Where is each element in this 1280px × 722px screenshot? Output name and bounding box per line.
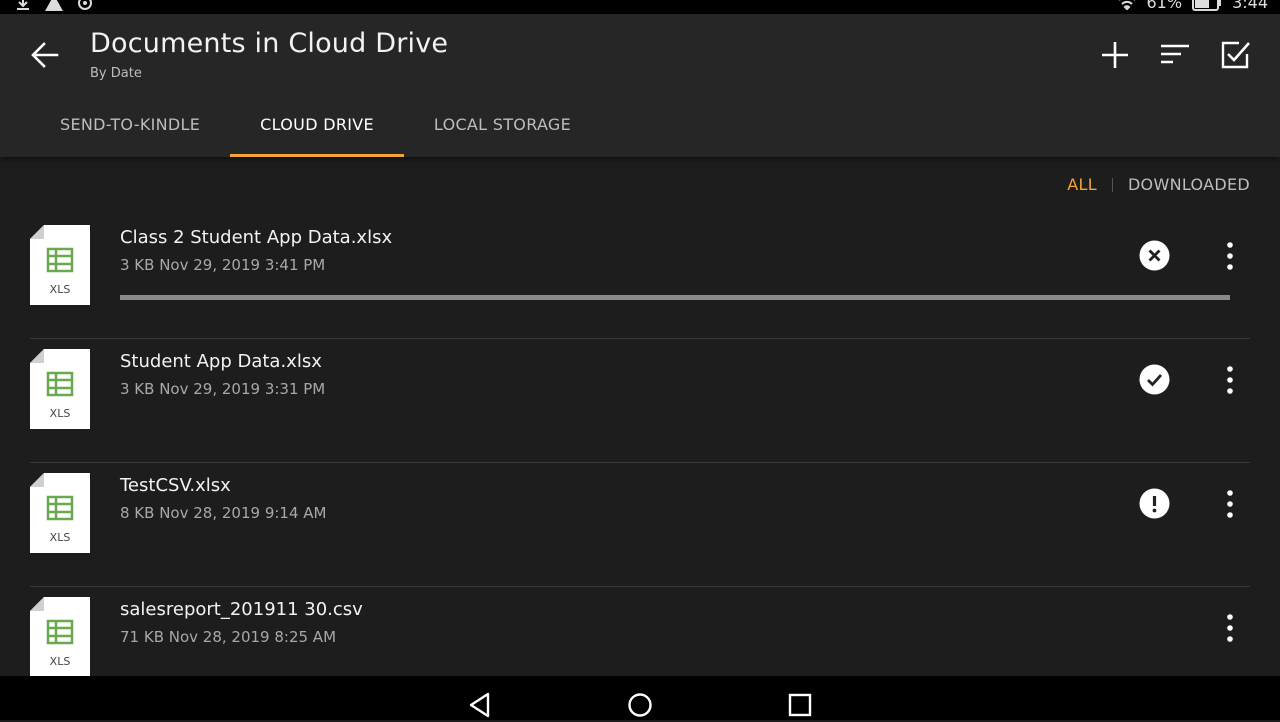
cancel-download-button[interactable] bbox=[1139, 240, 1170, 271]
check-circle-icon bbox=[1139, 364, 1170, 395]
file-name: Class 2 Student App Data.xlsx bbox=[120, 227, 393, 248]
back-button[interactable] bbox=[28, 38, 62, 72]
more-options-button[interactable] bbox=[1218, 487, 1242, 521]
file-meta: 3 KB Nov 29, 2019 3:31 PM bbox=[120, 380, 326, 398]
more-options-button[interactable] bbox=[1218, 611, 1242, 645]
file-row[interactable]: XLS TestCSV.xlsx 8 KB Nov 28, 2019 9:14 … bbox=[0, 463, 1280, 587]
plus-icon bbox=[1102, 42, 1128, 68]
file-name: TestCSV.xlsx bbox=[120, 475, 231, 496]
file-type-label: XLS bbox=[49, 655, 71, 668]
error-status-button[interactable] bbox=[1139, 488, 1170, 519]
file-meta: 71 KB Nov 28, 2019 8:25 AM bbox=[120, 628, 337, 646]
spreadsheet-file-icon: XLS bbox=[30, 473, 90, 553]
spreadsheet-file-icon: XLS bbox=[30, 225, 90, 305]
checkbox-icon bbox=[1221, 41, 1250, 69]
file-name: Student App Data.xlsx bbox=[120, 351, 322, 372]
nav-recents-button[interactable] bbox=[787, 692, 813, 718]
close-circle-icon bbox=[1139, 240, 1170, 271]
clock: 3:44 bbox=[1232, 0, 1268, 12]
arrow-left-icon bbox=[31, 42, 59, 68]
filter-divider bbox=[1111, 177, 1113, 192]
app-bar: Documents in Cloud Drive By Date SEND-TO… bbox=[0, 14, 1280, 157]
file-list: XLS Class 2 Student App Data.xlsx 3 KB N… bbox=[0, 215, 1280, 711]
nav-home-button[interactable] bbox=[627, 692, 653, 718]
more-vertical-icon bbox=[1227, 242, 1233, 270]
tab-cloud-drive[interactable]: CLOUD DRIVE bbox=[230, 102, 404, 157]
file-type-label: XLS bbox=[49, 283, 71, 296]
status-bar: 61% 3:44 bbox=[0, 0, 1280, 14]
file-meta: 3 KB Nov 29, 2019 3:41 PM bbox=[120, 256, 326, 274]
circle-home-icon bbox=[628, 693, 652, 717]
triangle-back-icon bbox=[469, 692, 490, 718]
filter-all[interactable]: ALL bbox=[1067, 175, 1097, 194]
tab-send-to-kindle[interactable]: SEND-TO-KINDLE bbox=[30, 102, 230, 157]
file-meta: 8 KB Nov 28, 2019 9:14 AM bbox=[120, 504, 327, 522]
tab-bar: SEND-TO-KINDLE CLOUD DRIVE LOCAL STORAGE bbox=[30, 102, 601, 157]
battery-percent: 61% bbox=[1146, 0, 1183, 12]
more-vertical-icon bbox=[1227, 490, 1233, 518]
alert-circle-icon bbox=[1139, 488, 1170, 519]
battery-icon bbox=[1192, 0, 1222, 11]
page-title: Documents in Cloud Drive bbox=[90, 28, 449, 59]
more-options-button[interactable] bbox=[1218, 239, 1242, 273]
nav-back-button[interactable] bbox=[467, 692, 493, 718]
sort-subtitle: By Date bbox=[90, 66, 142, 81]
downloaded-status bbox=[1139, 364, 1170, 395]
more-vertical-icon bbox=[1227, 366, 1233, 394]
add-button[interactable] bbox=[1098, 38, 1132, 72]
sort-button[interactable] bbox=[1158, 38, 1192, 72]
filter-downloaded[interactable]: DOWNLOADED bbox=[1128, 175, 1250, 194]
spreadsheet-file-icon: XLS bbox=[30, 349, 90, 429]
file-name: salesreport_201911 30.csv bbox=[120, 599, 363, 620]
spreadsheet-file-icon: XLS bbox=[30, 597, 90, 677]
more-vertical-icon bbox=[1227, 614, 1233, 642]
wifi-icon bbox=[1117, 0, 1137, 12]
file-row[interactable]: XLS Class 2 Student App Data.xlsx 3 KB N… bbox=[0, 215, 1280, 339]
settings-icon bbox=[76, 0, 94, 12]
system-nav-bar bbox=[0, 676, 1280, 720]
file-row[interactable]: XLS Student App Data.xlsx 3 KB Nov 29, 2… bbox=[0, 339, 1280, 463]
file-type-label: XLS bbox=[49, 531, 71, 544]
filter-bar: ALL DOWNLOADED bbox=[1067, 175, 1250, 194]
select-button[interactable] bbox=[1218, 38, 1252, 72]
tab-local-storage[interactable]: LOCAL STORAGE bbox=[404, 102, 601, 157]
download-progress-bar bbox=[120, 295, 1230, 300]
file-type-label: XLS bbox=[49, 407, 71, 420]
more-options-button[interactable] bbox=[1218, 363, 1242, 397]
warning-icon bbox=[44, 0, 64, 12]
sort-icon bbox=[1161, 44, 1189, 64]
download-progress-fill bbox=[120, 295, 1230, 300]
square-recents-icon bbox=[788, 693, 812, 717]
download-icon bbox=[14, 0, 32, 12]
